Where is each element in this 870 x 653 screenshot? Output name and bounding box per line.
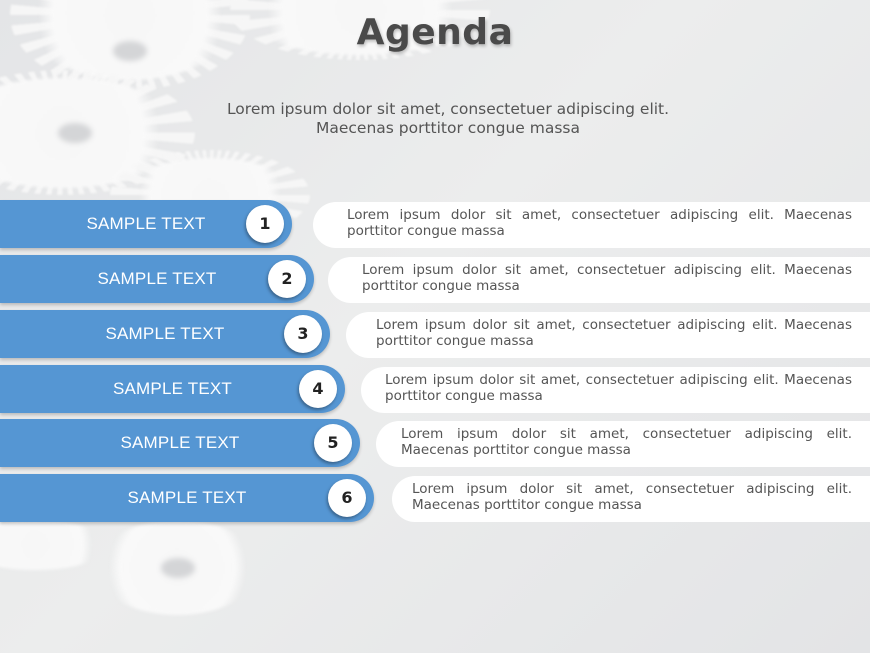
gear-icon (95, 520, 260, 615)
agenda-item[interactable]: SAMPLE TEXT 3 Lorem ipsum dolor sit amet… (0, 310, 870, 360)
agenda-item-label: SAMPLE TEXT (105, 324, 225, 343)
agenda-item-number-badge: 5 (314, 424, 352, 462)
agenda-item-label: SAMPLE TEXT (97, 269, 217, 288)
subtitle-line-2: Maecenas porttitor congue massa (315, 119, 580, 137)
agenda-item-description: Lorem ipsum dolor sit amet, consectetuer… (313, 202, 870, 248)
agenda-item-bar[interactable]: SAMPLE TEXT (0, 255, 314, 303)
agenda-item-description: Lorem ipsum dolor sit amet, consectetuer… (346, 312, 870, 358)
agenda-item[interactable]: SAMPLE TEXT 5 Lorem ipsum dolor sit amet… (0, 419, 870, 469)
agenda-item[interactable]: SAMPLE TEXT 2 Lorem ipsum dolor sit amet… (0, 255, 870, 305)
agenda-item-bar[interactable]: SAMPLE TEXT (0, 419, 360, 467)
agenda-item-number-badge: 6 (328, 479, 366, 517)
agenda-item[interactable]: SAMPLE TEXT 6 Lorem ipsum dolor sit amet… (0, 474, 870, 524)
agenda-item-number-badge: 4 (299, 370, 337, 408)
agenda-item[interactable]: SAMPLE TEXT 1 Lorem ipsum dolor sit amet… (0, 200, 870, 250)
page-title: Agenda (356, 12, 514, 53)
agenda-item-number-badge: 2 (268, 260, 306, 298)
agenda-item-bar[interactable]: SAMPLE TEXT (0, 310, 330, 358)
agenda-item-number-badge: 3 (284, 315, 322, 353)
agenda-item-description: Lorem ipsum dolor sit amet, consectetuer… (392, 476, 870, 522)
agenda-item-bar[interactable]: SAMPLE TEXT (0, 365, 345, 413)
agenda-item[interactable]: SAMPLE TEXT 4 Lorem ipsum dolor sit amet… (0, 365, 870, 415)
agenda-item-description: Lorem ipsum dolor sit amet, consectetuer… (376, 421, 870, 467)
agenda-item-number-badge: 1 (246, 205, 284, 243)
agenda-item-bar[interactable]: SAMPLE TEXT (0, 474, 374, 522)
gear-icon (0, 520, 110, 570)
agenda-item-description: Lorem ipsum dolor sit amet, consectetuer… (361, 367, 870, 413)
agenda-item-label: SAMPLE TEXT (127, 488, 247, 507)
agenda-item-label: SAMPLE TEXT (120, 433, 240, 452)
page-subtitle: Lorem ipsum dolor sit amet, consectetuer… (0, 100, 870, 138)
agenda-item-label: SAMPLE TEXT (112, 379, 233, 398)
agenda-item-description: Lorem ipsum dolor sit amet, consectetuer… (328, 257, 870, 303)
subtitle-line-1: Lorem ipsum dolor sit amet, consectetuer… (226, 100, 670, 118)
